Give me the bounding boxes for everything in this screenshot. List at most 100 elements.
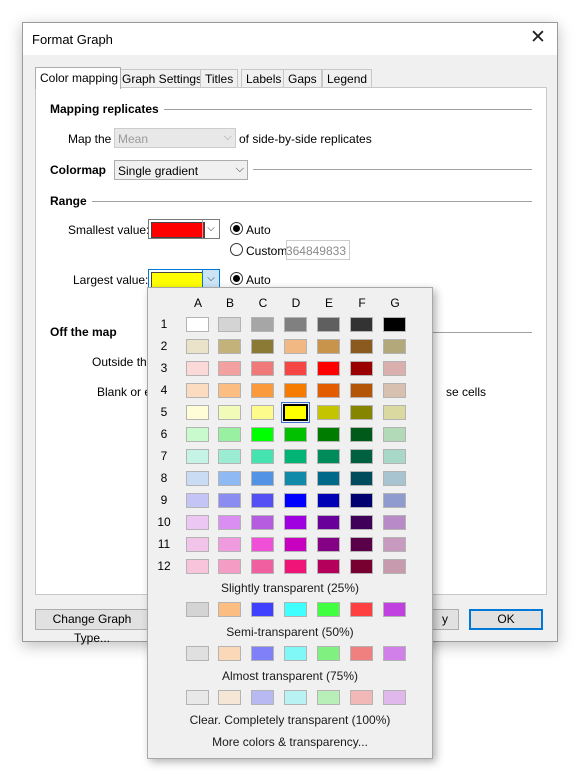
color-swatch-e3[interactable] <box>317 361 340 376</box>
transparent-swatch-3-e[interactable] <box>317 690 340 705</box>
color-swatch-a12[interactable] <box>186 559 209 574</box>
color-swatch-c1[interactable] <box>251 317 274 332</box>
transparent-swatch-3-d[interactable] <box>284 690 307 705</box>
color-swatch-e12[interactable] <box>317 559 340 574</box>
color-swatch-c11[interactable] <box>251 537 274 552</box>
color-swatch-a10[interactable] <box>186 515 209 530</box>
color-swatch-c8[interactable] <box>251 471 274 486</box>
color-swatch-e7[interactable] <box>317 449 340 464</box>
color-swatch-c10[interactable] <box>251 515 274 530</box>
color-swatch-g5[interactable] <box>383 405 406 420</box>
transparent-swatch-3-b[interactable] <box>218 690 241 705</box>
color-swatch-b4[interactable] <box>218 383 241 398</box>
tab-legend[interactable]: Legend <box>322 69 373 88</box>
largest-color-picker[interactable]: ⌵ <box>148 269 220 289</box>
color-swatch-a9[interactable] <box>186 493 209 508</box>
color-swatch-c4[interactable] <box>251 383 274 398</box>
tab-color-mapping[interactable]: Color mapping <box>35 67 121 89</box>
change-graph-type-button[interactable]: Change Graph Type... <box>35 609 149 645</box>
smallest-auto-radio[interactable] <box>230 222 243 235</box>
color-swatch-c2[interactable] <box>251 339 274 354</box>
color-swatch-a5[interactable] <box>186 405 209 420</box>
color-swatch-a2[interactable] <box>186 339 209 354</box>
color-swatch-b10[interactable] <box>218 515 241 530</box>
color-swatch-e4[interactable] <box>317 383 340 398</box>
color-swatch-d9[interactable] <box>284 493 307 508</box>
transparent-swatch-1-a[interactable] <box>186 602 209 617</box>
color-swatch-d10[interactable] <box>284 515 307 530</box>
color-swatch-e11[interactable] <box>317 537 340 552</box>
color-swatch-e2[interactable] <box>317 339 340 354</box>
transparent-swatch-2-e[interactable] <box>317 646 340 661</box>
smallest-custom-radio[interactable] <box>230 243 243 256</box>
color-swatch-f8[interactable] <box>350 471 373 486</box>
color-swatch-b2[interactable] <box>218 339 241 354</box>
color-swatch-a4[interactable] <box>186 383 209 398</box>
custom-value-field[interactable]: 364849833 <box>286 240 350 260</box>
color-swatch-e1[interactable] <box>317 317 340 332</box>
color-swatch-g12[interactable] <box>383 559 406 574</box>
color-swatch-e5[interactable] <box>317 405 340 420</box>
color-swatch-f2[interactable] <box>350 339 373 354</box>
color-swatch-c3[interactable] <box>251 361 274 376</box>
color-swatch-f6[interactable] <box>350 427 373 442</box>
transparent-swatch-3-c[interactable] <box>251 690 274 705</box>
color-swatch-b1[interactable] <box>218 317 241 332</box>
color-swatch-b12[interactable] <box>218 559 241 574</box>
color-swatch-g7[interactable] <box>383 449 406 464</box>
color-swatch-g9[interactable] <box>383 493 406 508</box>
color-swatch-d3[interactable] <box>284 361 307 376</box>
tab-graph-settings[interactable]: Graph Settings <box>117 69 208 88</box>
color-swatch-f10[interactable] <box>350 515 373 530</box>
color-swatch-g1[interactable] <box>383 317 406 332</box>
color-swatch-d7[interactable] <box>284 449 307 464</box>
color-swatch-d5[interactable] <box>283 404 308 421</box>
color-swatch-a7[interactable] <box>186 449 209 464</box>
color-swatch-c12[interactable] <box>251 559 274 574</box>
transparent-swatch-1-b[interactable] <box>218 602 241 617</box>
color-swatch-f5[interactable] <box>350 405 373 420</box>
transparent-swatch-2-f[interactable] <box>350 646 373 661</box>
color-swatch-b7[interactable] <box>218 449 241 464</box>
transparent-swatch-2-b[interactable] <box>218 646 241 661</box>
color-swatch-b6[interactable] <box>218 427 241 442</box>
transparent-swatch-2-g[interactable] <box>383 646 406 661</box>
color-swatch-e10[interactable] <box>317 515 340 530</box>
transparent-swatch-3-a[interactable] <box>186 690 209 705</box>
transparent-swatch-1-d[interactable] <box>284 602 307 617</box>
color-swatch-d11[interactable] <box>284 537 307 552</box>
ok-button[interactable]: OK <box>469 609 543 630</box>
color-swatch-b5[interactable] <box>218 405 241 420</box>
more-colors-link[interactable]: More colors & transparency... <box>148 735 432 749</box>
tab-gaps[interactable]: Gaps <box>283 69 322 88</box>
color-swatch-d8[interactable] <box>284 471 307 486</box>
largest-auto-radio[interactable] <box>230 272 243 285</box>
color-swatch-g4[interactable] <box>383 383 406 398</box>
color-swatch-c9[interactable] <box>251 493 274 508</box>
transparent-swatch-3-g[interactable] <box>383 690 406 705</box>
color-swatch-g2[interactable] <box>383 339 406 354</box>
color-swatch-f9[interactable] <box>350 493 373 508</box>
transparent-swatch-1-c[interactable] <box>251 602 274 617</box>
color-swatch-e8[interactable] <box>317 471 340 486</box>
color-swatch-g10[interactable] <box>383 515 406 530</box>
color-swatch-b9[interactable] <box>218 493 241 508</box>
close-icon[interactable]: ✕ <box>527 27 549 49</box>
transparent-swatch-2-a[interactable] <box>186 646 209 661</box>
tab-labels[interactable]: Labels <box>241 69 287 88</box>
transparent-swatch-2-c[interactable] <box>251 646 274 661</box>
color-swatch-d2[interactable] <box>284 339 307 354</box>
color-swatch-b8[interactable] <box>218 471 241 486</box>
transparent-swatch-1-f[interactable] <box>350 602 373 617</box>
color-swatch-b3[interactable] <box>218 361 241 376</box>
color-swatch-f1[interactable] <box>350 317 373 332</box>
color-swatch-f4[interactable] <box>350 383 373 398</box>
color-swatch-e9[interactable] <box>317 493 340 508</box>
color-swatch-a1[interactable] <box>186 317 209 332</box>
tab-titles[interactable]: Titles <box>200 69 239 88</box>
color-swatch-f11[interactable] <box>350 537 373 552</box>
transparent-swatch-3-f[interactable] <box>350 690 373 705</box>
color-swatch-d6[interactable] <box>284 427 307 442</box>
color-swatch-e6[interactable] <box>317 427 340 442</box>
transparent-swatch-1-g[interactable] <box>383 602 406 617</box>
